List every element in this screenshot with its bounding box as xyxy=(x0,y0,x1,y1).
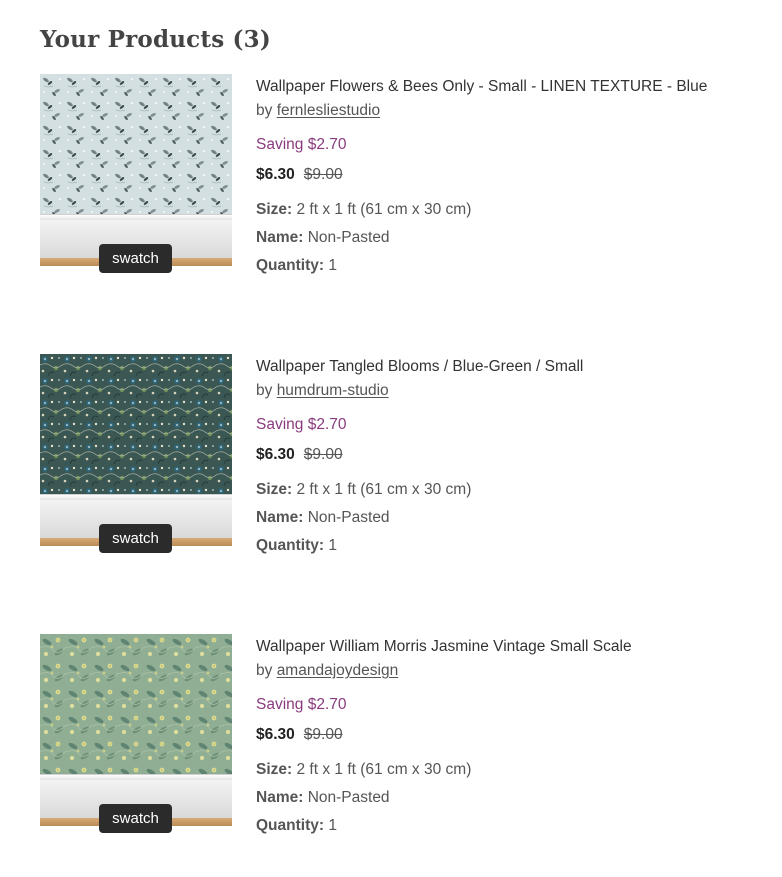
quantity-label: Quantity: xyxy=(256,257,325,274)
by-label: by xyxy=(256,382,277,399)
designer-byline: by fernlesliestudio xyxy=(256,99,736,123)
size-value: 2 ft x 1 ft (61 cm x 30 cm) xyxy=(296,761,472,778)
product-info: Wallpaper Tangled Blooms / Blue-Green / … xyxy=(256,354,736,558)
saving-text: Saving $2.70 xyxy=(256,696,347,713)
sale-price: $6.30 xyxy=(256,166,295,183)
designer-link[interactable]: amandajoydesign xyxy=(277,662,399,679)
size-label: Size: xyxy=(256,761,293,778)
designer-byline: by humdrum-studio xyxy=(256,379,736,403)
price-row: $6.30 $9.00 xyxy=(256,723,736,747)
name-value: Non-Pasted xyxy=(307,509,390,526)
name-label: Name: xyxy=(256,509,304,526)
name-attribute: Name: Non-Pasted xyxy=(256,786,736,810)
product-thumbnail[interactable] xyxy=(40,354,232,546)
swatch-button[interactable]: swatch xyxy=(99,804,172,833)
size-label: Size: xyxy=(256,201,293,218)
wallpaper-pattern xyxy=(40,354,232,494)
size-attribute: Size: 2 ft x 1 ft (61 cm x 30 cm) xyxy=(256,758,736,782)
quantity-attribute: Quantity: 1 xyxy=(256,534,736,558)
quantity-value: 1 xyxy=(328,817,337,834)
by-label: by xyxy=(256,662,277,679)
product-info: Wallpaper William Morris Jasmine Vintage… xyxy=(256,634,736,838)
quantity-attribute: Quantity: 1 xyxy=(256,254,736,278)
product-title[interactable]: Wallpaper Flowers & Bees Only - Small - … xyxy=(256,75,736,99)
swatch-button[interactable]: swatch xyxy=(99,524,172,553)
name-attribute: Name: Non-Pasted xyxy=(256,506,736,530)
size-value: 2 ft x 1 ft (61 cm x 30 cm) xyxy=(296,201,472,218)
name-value: Non-Pasted xyxy=(307,229,390,246)
size-value: 2 ft x 1 ft (61 cm x 30 cm) xyxy=(296,481,472,498)
saving-text: Saving $2.70 xyxy=(256,136,347,153)
designer-byline: by amandajoydesign xyxy=(256,659,736,683)
size-attribute: Size: 2 ft x 1 ft (61 cm x 30 cm) xyxy=(256,198,736,222)
product-item: swatch Wallpaper Tangled Blooms / Blue-G… xyxy=(40,354,740,554)
quantity-label: Quantity: xyxy=(256,817,325,834)
name-label: Name: xyxy=(256,229,304,246)
sale-price: $6.30 xyxy=(256,726,295,743)
price-row: $6.30 $9.00 xyxy=(256,443,736,467)
quantity-value: 1 xyxy=(328,537,337,554)
original-price: $9.00 xyxy=(303,166,343,183)
designer-link[interactable]: humdrum-studio xyxy=(277,382,389,399)
name-label: Name: xyxy=(256,789,304,806)
product-item: swatch Wallpaper Flowers & Bees Only - S… xyxy=(40,74,740,274)
size-attribute: Size: 2 ft x 1 ft (61 cm x 30 cm) xyxy=(256,478,736,502)
product-item: swatch Wallpaper William Morris Jasmine … xyxy=(40,634,740,834)
page-title: Your Products (3) xyxy=(40,26,271,53)
product-title[interactable]: Wallpaper William Morris Jasmine Vintage… xyxy=(256,635,736,659)
quantity-value: 1 xyxy=(328,257,337,274)
product-info: Wallpaper Flowers & Bees Only - Small - … xyxy=(256,74,736,278)
by-label: by xyxy=(256,102,277,119)
wallpaper-pattern xyxy=(40,634,232,774)
product-title[interactable]: Wallpaper Tangled Blooms / Blue-Green / … xyxy=(256,355,736,379)
product-thumbnail[interactable] xyxy=(40,634,232,826)
price-row: $6.30 $9.00 xyxy=(256,163,736,187)
name-attribute: Name: Non-Pasted xyxy=(256,226,736,250)
designer-link[interactable]: fernlesliestudio xyxy=(277,102,380,119)
product-thumbnail[interactable] xyxy=(40,74,232,266)
sale-price: $6.30 xyxy=(256,446,295,463)
swatch-button[interactable]: swatch xyxy=(99,244,172,273)
original-price: $9.00 xyxy=(303,446,343,463)
saving-text: Saving $2.70 xyxy=(256,416,347,433)
size-label: Size: xyxy=(256,481,293,498)
quantity-label: Quantity: xyxy=(256,537,325,554)
quantity-attribute: Quantity: 1 xyxy=(256,814,736,838)
name-value: Non-Pasted xyxy=(307,789,390,806)
wallpaper-pattern xyxy=(40,74,232,214)
original-price: $9.00 xyxy=(303,726,343,743)
